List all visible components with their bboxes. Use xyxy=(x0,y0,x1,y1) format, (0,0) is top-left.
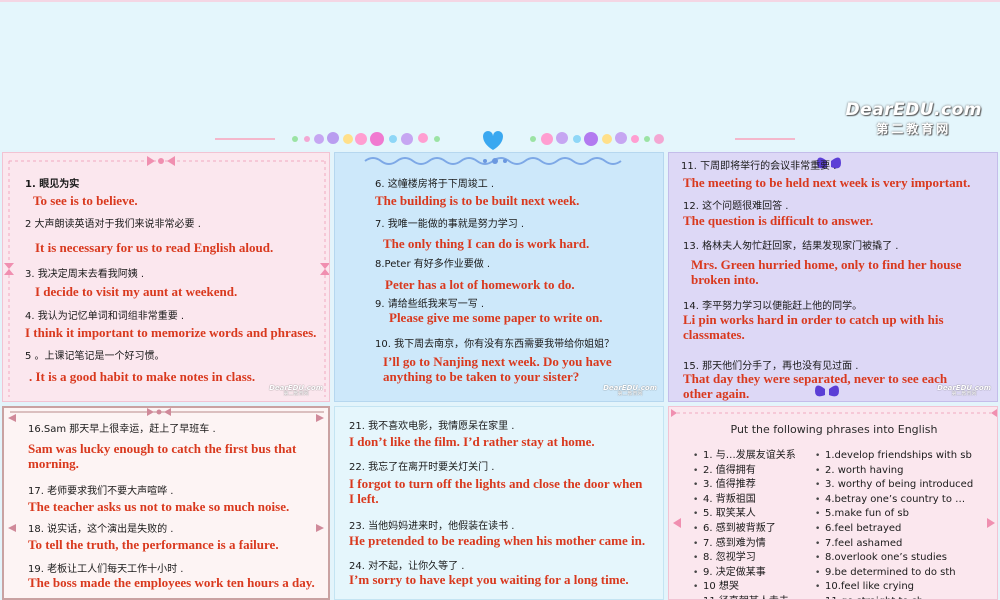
sentence-en-17: The teacher asks us not to make so much … xyxy=(28,499,290,514)
phrase-en-item: 4.betray one’s country to … xyxy=(815,493,973,508)
phrase-zh-item: 9. 决定做某事 xyxy=(693,566,796,581)
chinese-phrase-list: 1. 与…发展友谊关系2. 值得拥有3. 值得推荐4. 背叛祖国5. 取笑某人6… xyxy=(693,449,796,599)
watermark: DearEDU.com 第二教育网 xyxy=(269,384,323,398)
sentence-en-22: I forgot to turn off the lights and clos… xyxy=(349,476,643,506)
phrase-en-item: 5.make fun of sb xyxy=(815,507,973,522)
sentence-zh-7: 7. 我唯一能做的事就是努力学习 . xyxy=(375,219,525,230)
sentence-en-8: Peter has a lot of homework to do. xyxy=(385,277,575,292)
phrase-zh-item: 4. 背叛祖国 xyxy=(693,493,796,508)
sentence-zh-12: 12. 这个问题很难回答 . xyxy=(683,201,789,212)
sentence-zh-21: 21. 我不喜欢电影，我情愿呆在家里 . xyxy=(349,421,515,432)
sentence-zh-19: 19. 老板让工人们每天工作十小时 . xyxy=(28,564,184,575)
phrase-en-item: 9.be determined to do sth xyxy=(815,566,973,581)
top-banner: DearEDU.com 第二教育网 xyxy=(0,0,1000,150)
sentence-en-1: To see is to believe. xyxy=(33,193,138,208)
sentence-zh-8: 8.Peter 有好多作业要做 . xyxy=(375,259,491,270)
phrase-zh-item: 11 径直朝某人走去 xyxy=(693,595,796,599)
sentence-en-21: I don’t like the film. I’d rather stay a… xyxy=(349,434,595,449)
top-border-line xyxy=(0,0,1000,2)
sentence-en-18: To tell the truth, the performance is a … xyxy=(28,537,279,552)
sentence-en-24: I’m sorry to have kept you waiting for a… xyxy=(349,572,629,587)
bead-divider-ornament xyxy=(215,131,795,150)
sentence-en-3: I decide to visit my aunt at weekend. xyxy=(35,284,238,299)
phrase-en-item: 10.feel like crying xyxy=(815,580,973,595)
phrase-zh-item: 1. 与…发展友谊关系 xyxy=(693,449,796,464)
sentence-en-13: Mrs. Green hurried home, only to find he… xyxy=(691,257,962,287)
sentence-zh-23: 23. 当他妈妈进来时，他假装在读书 . xyxy=(349,521,515,532)
sentence-zh-3: 3. 我决定周末去看我阿姨 . xyxy=(25,269,145,280)
sentence-zh-24: 24. 对不起，让你久等了 . xyxy=(349,561,465,572)
phrase-en-item: 3. worthy of being introduced xyxy=(815,478,973,493)
phrase-en-item: 2. worth having xyxy=(815,464,973,479)
phrase-en-item: 6.feel betrayed xyxy=(815,522,973,537)
sentence-en-11: The meeting to be held next week is very… xyxy=(683,175,971,190)
sentence-en-16: Sam was lucky enough to catch the first … xyxy=(28,441,297,471)
sentence-zh-5: 5 。上课记笔记是一个好习惯。 xyxy=(25,351,165,362)
sentence-zh-17: 17. 老师要求我们不要大声喧哗 . xyxy=(28,486,174,497)
phrase-zh-item: 10 想哭 xyxy=(693,580,796,595)
sentence-en-5: . It is a good habit to make notes in cl… xyxy=(29,369,256,384)
phrase-zh-item: 6. 感到被背叛了 xyxy=(693,522,796,537)
sentence-zh-15: 15. 那天他们分手了，再也没有见过面 . xyxy=(683,361,859,372)
sentence-en-7: The only thing I can do is work hard. xyxy=(383,236,590,251)
sentence-en-10: I’ll go to Nanjing next week. Do you hav… xyxy=(383,354,612,384)
phrase-en-item: 7.feel ashamed xyxy=(815,537,973,552)
sentence-zh-10: 10. 我下周去南京，你有没有东西需要我带给你姐姐？ xyxy=(375,339,615,350)
sentence-zh-11: 11. 下周即将举行的会议非常重要 . xyxy=(681,161,837,172)
lace-border-ornament xyxy=(364,157,622,165)
sentence-en-4: I think it important to memorize words a… xyxy=(25,325,317,340)
logo-sub-text: 第二教育网 xyxy=(876,122,952,136)
slide-panel-5: 21. 我不喜欢电影，我情愿呆在家里 . I don’t like the fi… xyxy=(334,406,664,600)
slide-panel-4: 16.Sam 那天早上很幸运，赶上了早班车 . Sam was lucky en… xyxy=(2,406,330,600)
phrase-en-item: 8.overlook one’s studies xyxy=(815,551,973,566)
watermark: DearEDU.com 第二教育网 xyxy=(937,384,991,398)
sentence-en-2: It is necessary for us to read English a… xyxy=(35,240,274,255)
sentence-zh-9: 9. 请给些纸我来写一写 . xyxy=(375,299,485,310)
phrase-en-item: 1.develop friendships with sb xyxy=(815,449,973,464)
sentence-zh-6: 6. 这幢楼房将于下周竣工 . xyxy=(375,179,495,190)
phrase-en-item: 11.go straight to sb xyxy=(815,595,973,599)
sentence-zh-13: 13. 格林夫人匆忙赶回家，结果发现家门被撬了 . xyxy=(683,241,899,252)
english-phrase-list: 1.develop friendships with sb2. worth ha… xyxy=(815,449,973,599)
sentence-zh-1: 1. 眼见为实 xyxy=(25,179,80,190)
exercise-title: Put the following phrases into English xyxy=(730,423,938,436)
phrase-zh-item: 8. 忽视学习 xyxy=(693,551,796,566)
phrase-zh-item: 7. 感到难为情 xyxy=(693,537,796,552)
watermark: DearEDU.com 第二教育网 xyxy=(603,384,657,398)
site-logo: DearEDU.com 第二教育网 xyxy=(846,100,982,137)
phrase-zh-item: 5. 取笑某人 xyxy=(693,507,796,522)
sentence-zh-2: 2 大声朗读英语对于我们来说非常必要 . xyxy=(25,219,201,230)
sentence-en-15: That day they were separated, never to s… xyxy=(683,371,948,401)
sentence-en-6: The building is to be built next week. xyxy=(375,193,580,208)
sentence-en-9: Please give me some paper to write on. xyxy=(389,310,603,325)
sentence-en-14: Li pin works hard in order to catch up w… xyxy=(683,312,944,342)
sentence-zh-22: 22. 我忘了在离开时要关灯关门 . xyxy=(349,462,495,473)
phrase-zh-item: 2. 值得拥有 xyxy=(693,464,796,479)
logo-main-text: DearEDU.com xyxy=(845,100,982,120)
sentence-zh-4: 4. 我认为记忆单词和词组非常重要 . xyxy=(25,311,185,322)
sentence-zh-14: 14. 李平努力学习以便能赶上他的同学。 xyxy=(683,301,863,312)
sentence-en-19: The boss made the employees work ten hou… xyxy=(28,575,315,590)
slide-panel-1: 1. 眼见为实 To see is to believe. 2 大声朗读英语对于… xyxy=(2,152,330,402)
slide-panel-3: 11. 下周即将举行的会议非常重要 . The meeting to be he… xyxy=(668,152,998,402)
phrase-zh-item: 3. 值得推荐 xyxy=(693,478,796,493)
sentence-zh-18: 18. 说实话，这个演出是失败的 . xyxy=(28,524,174,535)
sentence-en-23: He pretended to be reading when his moth… xyxy=(349,533,646,548)
sentence-en-12: The question is difficult to answer. xyxy=(683,213,874,228)
slide-panel-6: Put the following phrases into English 1… xyxy=(668,406,998,600)
slide-panel-2: 6. 这幢楼房将于下周竣工 . The building is to be bu… xyxy=(334,152,664,402)
sentence-zh-16: 16.Sam 那天早上很幸运，赶上了早班车 . xyxy=(28,424,216,435)
